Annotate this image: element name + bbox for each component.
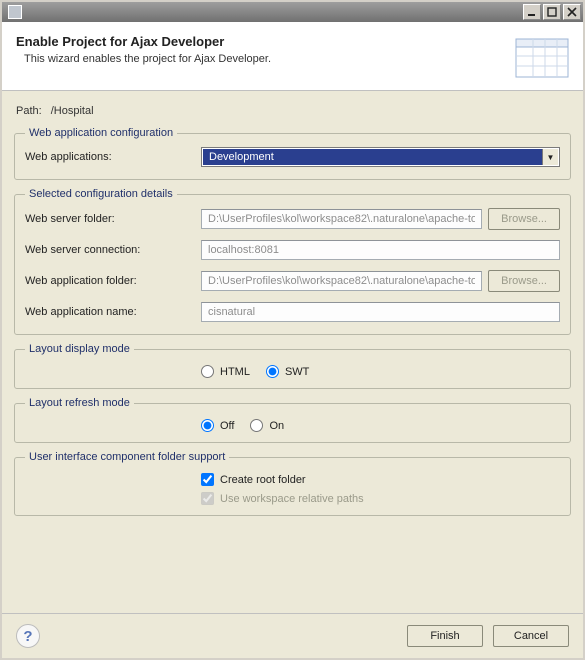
finish-button[interactable]: Finish	[407, 625, 483, 647]
layout-refresh-on-label: On	[269, 420, 284, 432]
page-title: Enable Project for Ajax Developer	[16, 34, 271, 49]
maximize-button[interactable]	[543, 4, 561, 20]
server-connection-input	[201, 240, 560, 260]
layout-display-swt-label: SWT	[285, 366, 309, 378]
cancel-button[interactable]: Cancel	[493, 625, 569, 647]
app-folder-browse-button: Browse...	[488, 270, 560, 292]
window-icon	[8, 5, 22, 19]
page-subtitle: This wizard enables the project for Ajax…	[24, 53, 271, 65]
app-folder-input	[201, 271, 482, 291]
create-root-folder-label: Create root folder	[220, 474, 306, 486]
app-name-label: Web application name:	[25, 306, 201, 318]
server-connection-label: Web server connection:	[25, 244, 201, 256]
dialog-window: Enable Project for Ajax Developer This w…	[0, 0, 585, 660]
layout-display-swt-radio[interactable]: SWT	[266, 365, 309, 378]
wizard-banner-icon	[515, 36, 569, 80]
layout-refresh-off-radio[interactable]: Off	[201, 419, 234, 432]
wizard-header: Enable Project for Ajax Developer This w…	[2, 22, 583, 91]
help-icon: ?	[23, 628, 32, 645]
layout-refresh-on-radio[interactable]: On	[250, 419, 284, 432]
layout-refresh-legend: Layout refresh mode	[25, 397, 134, 409]
web-applications-label: Web applications:	[25, 151, 201, 163]
header-text: Enable Project for Ajax Developer This w…	[16, 34, 271, 80]
layout-refresh-group: Layout refresh mode Off On	[14, 397, 571, 443]
app-folder-label: Web application folder:	[25, 275, 201, 287]
ui-folder-legend: User interface component folder support	[25, 451, 229, 463]
path-value: /Hospital	[51, 105, 94, 117]
details-group: Selected configuration details Web serve…	[14, 188, 571, 335]
details-legend: Selected configuration details	[25, 188, 177, 200]
footer-buttons: Finish Cancel	[407, 625, 569, 647]
close-button[interactable]	[563, 4, 581, 20]
wizard-footer: ? Finish Cancel	[2, 613, 583, 658]
chevron-down-icon: ▼	[542, 149, 558, 165]
server-folder-label: Web server folder:	[25, 213, 201, 225]
web-applications-select[interactable]: Development ▼	[201, 147, 560, 167]
path-label: Path:	[16, 105, 42, 117]
create-root-folder-checkbox[interactable]: Create root folder	[201, 473, 306, 486]
server-folder-input	[201, 209, 482, 229]
web-applications-value: Development	[203, 149, 542, 165]
layout-display-html-radio[interactable]: HTML	[201, 365, 250, 378]
help-button[interactable]: ?	[16, 624, 40, 648]
layout-refresh-off-label: Off	[220, 420, 234, 432]
use-workspace-paths-label: Use workspace relative paths	[220, 493, 364, 505]
web-app-config-legend: Web application configuration	[25, 127, 177, 139]
titlebar	[2, 2, 583, 22]
web-app-config-group: Web application configuration Web applic…	[14, 127, 571, 180]
minimize-button[interactable]	[523, 4, 541, 20]
layout-display-legend: Layout display mode	[25, 343, 134, 355]
titlebar-left	[4, 5, 22, 19]
server-folder-browse-button: Browse...	[488, 208, 560, 230]
wizard-body: Path: /Hospital Web application configur…	[2, 91, 583, 613]
app-name-input	[201, 302, 560, 322]
window-controls	[523, 4, 581, 20]
ui-folder-group: User interface component folder support …	[14, 451, 571, 516]
layout-display-group: Layout display mode HTML SWT	[14, 343, 571, 389]
path-row: Path: /Hospital	[16, 105, 571, 117]
use-workspace-paths-checkbox: Use workspace relative paths	[201, 492, 364, 505]
layout-display-html-label: HTML	[220, 366, 250, 378]
